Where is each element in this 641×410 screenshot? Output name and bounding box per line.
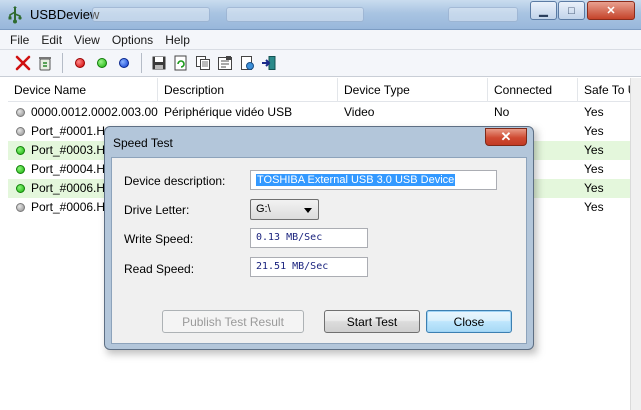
copy-button[interactable] <box>192 52 214 74</box>
copy-icon <box>196 56 210 70</box>
device-description-value: TOSHIBA External USB 3.0 USB Device <box>256 174 456 186</box>
status-dot-icon <box>16 108 25 117</box>
menu-edit[interactable]: Edit <box>35 33 68 47</box>
minimize-icon: ▁ <box>539 5 548 17</box>
blue-dot-icon <box>119 58 129 68</box>
toolbar-separator <box>62 53 63 73</box>
cell-safe-to-unplug: Yes <box>584 105 604 119</box>
cell-safe-to-unplug: Yes <box>584 200 604 214</box>
cell-safe-to-unplug: Yes <box>584 143 604 157</box>
exit-button[interactable] <box>258 52 280 74</box>
close-icon: ✕ <box>606 5 616 17</box>
info-button[interactable] <box>113 52 135 74</box>
exit-icon <box>262 56 276 70</box>
cell-device-name: 0000.0012.0002.003.00... <box>31 105 158 119</box>
column-header-safe-to-unplug[interactable]: Safe To U <box>578 78 633 102</box>
menu-bar: File Edit View Options Help <box>0 30 641 50</box>
vertical-scrollbar[interactable] <box>630 78 641 410</box>
chevron-down-icon <box>304 208 312 213</box>
properties-icon <box>218 56 232 70</box>
green-dot-icon <box>97 58 107 68</box>
background-tab-blurred <box>92 7 210 22</box>
cell-safe-to-unplug: Yes <box>584 124 604 138</box>
menu-file[interactable]: File <box>4 33 35 47</box>
html-report-button[interactable] <box>236 52 258 74</box>
window-title-bar[interactable]: USBDeview ▁ □ ✕ <box>0 0 641 30</box>
recycle-icon <box>39 57 51 71</box>
cell-safe-to-unplug: Yes <box>584 162 604 176</box>
dialog-title-bar[interactable]: Speed Test ✕ <box>105 127 533 157</box>
menu-view[interactable]: View <box>68 33 106 47</box>
write-speed-field: 0.13 MB/Sec <box>250 228 368 248</box>
red-dot-icon <box>75 58 85 68</box>
cell-device-type: Video <box>344 105 375 119</box>
read-speed-label: Read Speed: <box>124 262 195 276</box>
write-speed-label: Write Speed: <box>124 232 194 246</box>
uninstall-icon <box>15 55 31 71</box>
window-close-button[interactable]: ✕ <box>587 1 635 20</box>
status-dot-icon <box>16 146 25 155</box>
drive-letter-label: Drive Letter: <box>124 203 190 217</box>
column-header-device-name[interactable]: Device Name <box>8 78 158 102</box>
close-icon: ✕ <box>500 129 512 144</box>
read-speed-field: 21.51 MB/Sec <box>250 257 368 277</box>
usb-app-icon <box>8 6 22 24</box>
column-header-connected[interactable]: Connected <box>488 78 578 102</box>
dialog-close-button[interactable]: ✕ <box>485 128 527 146</box>
cell-description: Périphérique vidéo USB <box>164 105 293 119</box>
status-dot-icon <box>16 203 25 212</box>
speed-test-dialog: Speed Test ✕ Device description: TOSHIBA… <box>104 126 534 350</box>
maximize-icon: □ <box>568 4 575 17</box>
maximize-button[interactable]: □ <box>558 1 585 20</box>
cell-connected: No <box>494 105 510 119</box>
column-header-description[interactable]: Description <box>158 78 338 102</box>
window-title: USBDeview <box>30 7 100 22</box>
dialog-title: Speed Test <box>113 136 173 150</box>
enable-button[interactable] <box>91 52 113 74</box>
drive-letter-value: G:\ <box>256 203 271 215</box>
dialog-body: Device description: TOSHIBA External USB… <box>111 157 527 344</box>
menu-options[interactable]: Options <box>106 33 159 47</box>
device-description-field[interactable]: TOSHIBA External USB 3.0 USB Device <box>250 170 497 190</box>
refresh-icon <box>174 55 187 71</box>
toolbar <box>0 50 641 77</box>
background-tab-blurred <box>448 7 518 22</box>
recycle-button[interactable] <box>34 52 56 74</box>
minimize-button[interactable]: ▁ <box>530 1 557 20</box>
html-report-icon <box>241 56 254 70</box>
column-header-device-type[interactable]: Device Type <box>338 78 488 102</box>
disable-button[interactable] <box>69 52 91 74</box>
status-dot-icon <box>16 127 25 136</box>
save-icon <box>152 56 166 70</box>
uninstall-button[interactable] <box>12 52 34 74</box>
cell-safe-to-unplug: Yes <box>584 181 604 195</box>
publish-test-result-button[interactable]: Publish Test Result <box>162 310 304 333</box>
device-description-label: Device description: <box>124 174 226 188</box>
drive-letter-select[interactable]: G:\ <box>250 199 319 220</box>
background-tab-blurred <box>226 7 364 22</box>
toolbar-separator <box>141 53 142 73</box>
table-row[interactable]: 0000.0012.0002.003.00... Périphérique vi… <box>8 103 633 122</box>
close-button[interactable]: Close <box>426 310 512 333</box>
start-test-button[interactable]: Start Test <box>324 310 420 333</box>
list-header: Device Name Description Device Type Conn… <box>8 78 633 102</box>
status-dot-icon <box>16 184 25 193</box>
save-button[interactable] <box>148 52 170 74</box>
properties-button[interactable] <box>214 52 236 74</box>
refresh-button[interactable] <box>170 52 192 74</box>
menu-help[interactable]: Help <box>159 33 196 47</box>
status-dot-icon <box>16 165 25 174</box>
